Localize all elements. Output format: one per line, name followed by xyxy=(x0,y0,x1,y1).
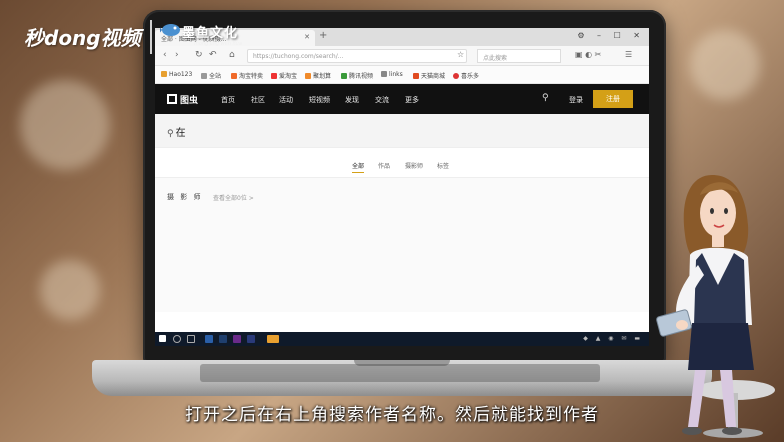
window-controls[interactable]: ⚙ – ☐ ✕ xyxy=(577,31,645,40)
bookmark-item[interactable]: links xyxy=(381,71,403,78)
start-icon[interactable] xyxy=(159,335,166,342)
system-tray: ◆ ▲ ◉ ✉ ▬ xyxy=(583,335,643,342)
app-icon[interactable] xyxy=(205,335,213,343)
fish-logo-icon xyxy=(160,24,180,36)
background-blur xyxy=(690,30,760,100)
bookmark-item[interactable]: 全站 xyxy=(201,71,221,80)
register-button[interactable]: 注册 xyxy=(593,90,633,108)
undo-icon[interactable]: ↶ xyxy=(209,50,217,60)
bookmark-item[interactable]: 爱淘宝 xyxy=(271,71,297,80)
background-blur xyxy=(40,260,100,320)
address-bar[interactable]: https://tuchong.com/search/... xyxy=(247,49,467,63)
search-icon[interactable]: ⚲ xyxy=(542,93,549,103)
home-icon[interactable]: ⌂ xyxy=(229,50,235,60)
filter-tags[interactable]: 标签 xyxy=(437,161,449,170)
search-results: 摄 影 师 查看全部0位 > xyxy=(155,178,649,312)
windows-taskbar: ◆ ▲ ◉ ✉ ▬ xyxy=(155,332,649,346)
task-view-icon[interactable] xyxy=(187,335,195,343)
login-button[interactable]: 登录 xyxy=(569,95,583,105)
site-search-input[interactable]: ⚲ 在 xyxy=(167,124,186,139)
back-icon[interactable]: ‹ xyxy=(163,50,167,60)
close-tab-icon[interactable]: ✕ xyxy=(304,33,310,41)
bookmark-item[interactable]: 聚划算 xyxy=(305,71,331,80)
new-tab-button[interactable]: + xyxy=(319,30,327,41)
forward-icon[interactable]: › xyxy=(175,50,179,60)
search-icon[interactable] xyxy=(173,335,181,343)
reload-icon[interactable]: ↻ xyxy=(195,50,203,60)
nav-discover[interactable]: 发现 xyxy=(345,95,359,105)
background-blur xyxy=(20,80,110,170)
site-search-area: ⚲ 在 xyxy=(155,114,649,148)
bookmark-item[interactable]: 喜乐多 xyxy=(453,71,479,80)
section-title: 摄 影 师 xyxy=(167,193,203,201)
brand-watermark: 墨鱼文化 mong jing wen hua xyxy=(160,22,242,47)
bookmark-item[interactable]: 淘宝特卖 xyxy=(231,71,263,80)
bookmark-item[interactable]: 腾讯视频 xyxy=(341,71,373,80)
toolbar-icons[interactable]: ▣ ◐ ✂ xyxy=(575,50,601,59)
browser-navbar: ‹ › ↻ ↶ ⌂ https://tuchong.com/search/...… xyxy=(155,46,649,66)
nav-exchange[interactable]: 交流 xyxy=(375,95,389,105)
nav-home[interactable]: 首页 xyxy=(221,95,235,105)
nav-community[interactable]: 社区 xyxy=(251,95,265,105)
result-filters: 全部 作品 摄影师 标签 xyxy=(155,148,649,178)
browser-app-icon[interactable] xyxy=(267,335,279,343)
filter-works[interactable]: 作品 xyxy=(378,161,390,170)
nav-more[interactable]: 更多 xyxy=(405,95,419,105)
star-icon[interactable]: ☆ xyxy=(457,50,464,59)
watermark-separator xyxy=(150,20,152,54)
brand-pinyin: mong jing wen hua xyxy=(194,41,242,47)
watermark-logo: 秒dong视频 xyxy=(24,26,141,50)
laptop-keyboard xyxy=(200,364,600,382)
app-icon[interactable] xyxy=(247,335,255,343)
site-logo[interactable]: 图虫 xyxy=(167,93,198,106)
filter-photographers[interactable]: 摄影师 xyxy=(405,161,423,170)
app-icon[interactable] xyxy=(219,335,227,343)
nav-short-video[interactable]: 短视频 xyxy=(309,95,330,105)
bookmarks-bar: Hao123 全站 淘宝特卖 爱淘宝 聚划算 腾讯视频 links 天猫商城 喜… xyxy=(155,66,649,84)
bookmark-item[interactable]: Hao123 xyxy=(161,71,192,78)
bookmark-item[interactable]: 天猫商城 xyxy=(413,71,445,80)
video-subtitle: 打开之后在右上角搜索作者名称。然后就能找到作者 xyxy=(185,405,599,425)
site-header: 图虫 首页 社区 活动 短视频 发现 交流 更多 ⚲ 登录 注册 xyxy=(155,84,649,114)
search-icon: ⚲ xyxy=(167,129,174,139)
nav-events[interactable]: 活动 xyxy=(279,95,293,105)
laptop-screen: 全部 · 图虫网 - 优质摄... ✕ + ⚙ – ☐ ✕ ‹ › ↻ ↶ ⌂ … xyxy=(155,28,649,346)
menu-icon[interactable]: ☰ xyxy=(625,50,632,59)
app-icon[interactable] xyxy=(233,335,241,343)
browser-search-input[interactable]: 点此搜索 xyxy=(477,49,561,63)
view-all-link[interactable]: 查看全部0位 > xyxy=(213,193,254,202)
filter-all[interactable]: 全部 xyxy=(352,161,365,173)
